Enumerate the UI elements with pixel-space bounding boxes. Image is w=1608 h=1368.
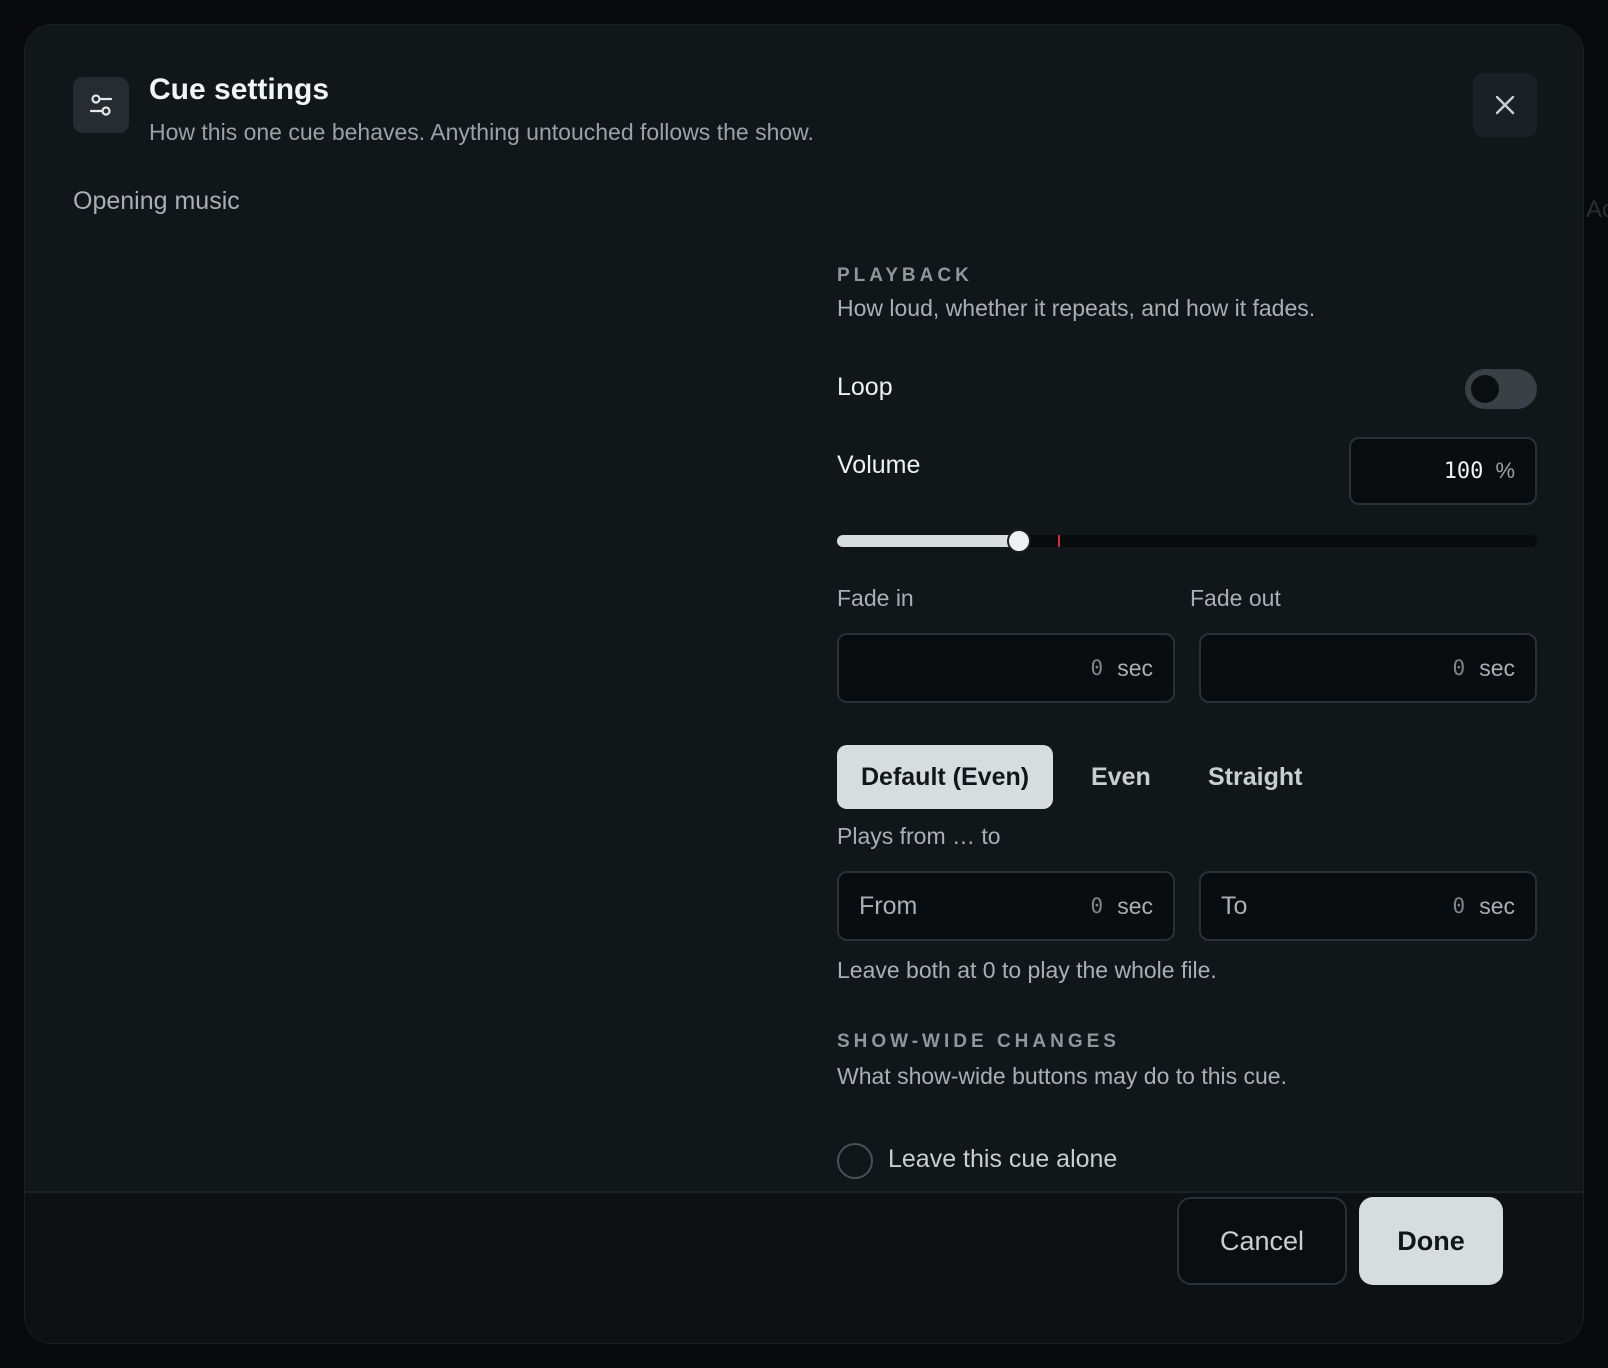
to-field[interactable]: To 0 sec	[1199, 871, 1537, 941]
to-value: 0	[1452, 894, 1466, 918]
volume-input[interactable]: 100 %	[1349, 437, 1537, 505]
cue-settings-dialog: Cue settings How this one cue behaves. A…	[24, 24, 1584, 1344]
playback-description: How loud, whether it repeats, and how it…	[837, 295, 1316, 321]
fade-in-unit: sec	[1117, 654, 1153, 681]
done-button[interactable]: Done	[1359, 1197, 1503, 1285]
to-unit: sec	[1479, 892, 1515, 919]
to-label: To	[1221, 891, 1248, 920]
from-value: 0	[1090, 894, 1104, 918]
fade-in-field[interactable]: 0 sec	[837, 633, 1175, 703]
dialog-footer	[25, 1193, 1583, 1343]
volume-value: 100	[1443, 458, 1484, 484]
fade-out-field[interactable]: 0 sec	[1199, 633, 1537, 703]
from-unit: sec	[1117, 892, 1153, 919]
fade-out-label: Fade out	[1190, 585, 1281, 611]
show-wide-description: What show-wide buttons may do to this cu…	[837, 1063, 1287, 1089]
volume-slider-fill	[837, 535, 1019, 547]
playback-heading: PLAYBACK	[837, 265, 973, 286]
curve-option-default-even[interactable]: Default (Even)	[837, 745, 1054, 809]
volume-slider[interactable]	[837, 529, 1537, 553]
curve-option-even[interactable]: Even	[1091, 745, 1151, 809]
fade-out-value: 0	[1452, 656, 1466, 680]
volume-unit: %	[1495, 458, 1515, 483]
range-hint: Leave both at 0 to play the whole file.	[837, 957, 1217, 983]
curve-option-straight[interactable]: Straight	[1208, 745, 1302, 809]
leave-alone-radio[interactable]	[837, 1143, 873, 1179]
loop-toggle-knob	[1471, 375, 1499, 403]
loop-label: Loop	[837, 373, 893, 401]
dialog-title: Cue settings	[149, 73, 330, 106]
sliders-icon	[73, 77, 129, 133]
fade-out-unit: sec	[1479, 654, 1515, 681]
close-button[interactable]	[1473, 73, 1537, 137]
range-label: Plays from … to	[837, 823, 1001, 849]
cue-name: Opening music	[73, 187, 240, 215]
leave-alone-label[interactable]: Leave this cue alone	[888, 1145, 1117, 1174]
from-field[interactable]: From 0 sec	[837, 871, 1175, 941]
close-icon	[1495, 95, 1515, 115]
fade-in-value: 0	[1090, 656, 1104, 680]
volume-slider-thumb[interactable]	[1007, 529, 1031, 553]
cancel-button[interactable]: Cancel	[1177, 1197, 1347, 1285]
from-label: From	[859, 891, 918, 920]
fade-in-label: Fade in	[837, 585, 914, 611]
show-wide-heading: SHOW-WIDE CHANGES	[837, 1031, 1120, 1052]
volume-label: Volume	[837, 451, 921, 479]
backdrop-partial-text: Ac	[1586, 196, 1608, 223]
dialog-subtitle: How this one cue behaves. Anything untou…	[149, 119, 814, 145]
loop-toggle[interactable]	[1465, 369, 1537, 409]
volume-reference-marker	[1057, 535, 1060, 547]
